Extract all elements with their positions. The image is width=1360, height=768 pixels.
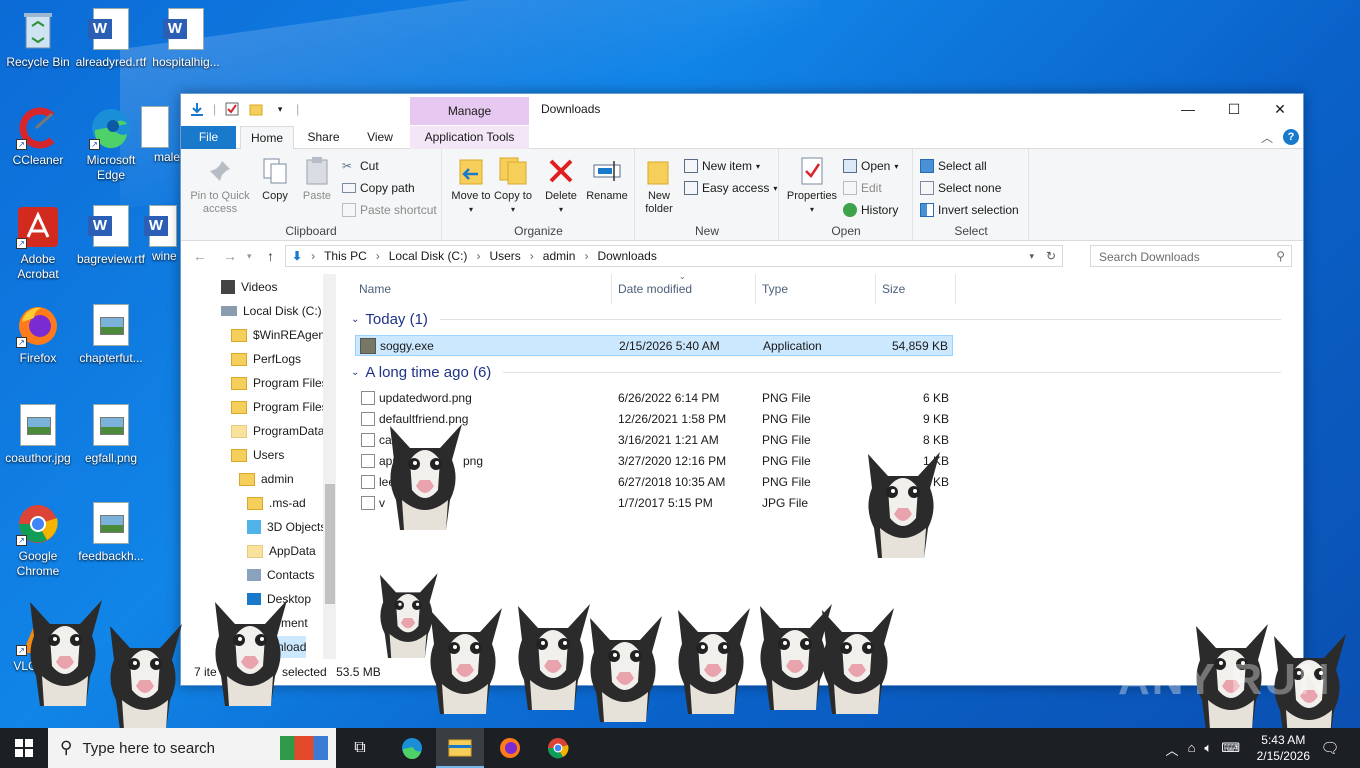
search-icon: ⚲: [60, 738, 73, 757]
taskbar-chrome[interactable]: [534, 728, 582, 768]
cat-overlay: [590, 616, 662, 722]
cat-overlay: [390, 424, 462, 530]
cat-overlay: [380, 573, 438, 658]
taskbar-search-input[interactable]: ⚲ Type here to search: [48, 728, 336, 768]
cat-overlay: [30, 600, 102, 706]
cat-overlay: [678, 608, 750, 714]
cat-overlay: [110, 624, 182, 730]
windows-logo-icon: [15, 739, 33, 757]
cat-overlay: [868, 452, 940, 558]
cat-overlay: [760, 604, 832, 710]
file-explorer-icon: [448, 739, 472, 757]
task-view-button[interactable]: ⧉: [336, 728, 384, 768]
cat-overlay: [430, 608, 502, 714]
cat-overlay: [518, 604, 590, 710]
network-icon[interactable]: ⌂: [1188, 740, 1196, 759]
notification-icon: 🗨︎: [1320, 740, 1340, 757]
volume-icon[interactable]: 🔈︎: [1204, 740, 1212, 759]
cat-overlay: [822, 608, 894, 714]
firefox-icon: [500, 738, 520, 758]
notifications-button[interactable]: 🗨︎: [1306, 728, 1354, 768]
gift-icon: [280, 736, 328, 760]
taskbar-firefox[interactable]: [486, 728, 534, 768]
taskbar-clock[interactable]: 5:43 AM 2/15/2026: [1257, 732, 1310, 764]
task-view-icon: ⧉: [354, 739, 366, 756]
system-tray: ︿ ⌂ 🔈︎ ⌨: [1166, 740, 1240, 759]
taskbar: ⚲ Type here to search ⧉ ︿ ⌂ 🔈︎ ⌨ 5:43 AM…: [0, 728, 1360, 768]
anyrun-watermark: ANY RUN: [1118, 655, 1332, 704]
edge-icon: [402, 738, 422, 760]
taskbar-file-explorer[interactable]: [436, 728, 484, 768]
show-hidden-icons-icon[interactable]: ︿: [1166, 740, 1179, 759]
chrome-icon: [547, 738, 569, 759]
cat-overlay: [215, 600, 287, 706]
taskbar-edge[interactable]: [388, 728, 436, 768]
clock-time: 5:43 AM: [1261, 733, 1306, 747]
start-button[interactable]: [0, 728, 48, 768]
cat-overlay-layer: [30, 424, 1346, 740]
taskbar-search-placeholder: Type here to search: [82, 739, 216, 757]
clock-date: 2/15/2026: [1256, 749, 1310, 763]
keyboard-icon[interactable]: ⌨: [1221, 740, 1240, 759]
